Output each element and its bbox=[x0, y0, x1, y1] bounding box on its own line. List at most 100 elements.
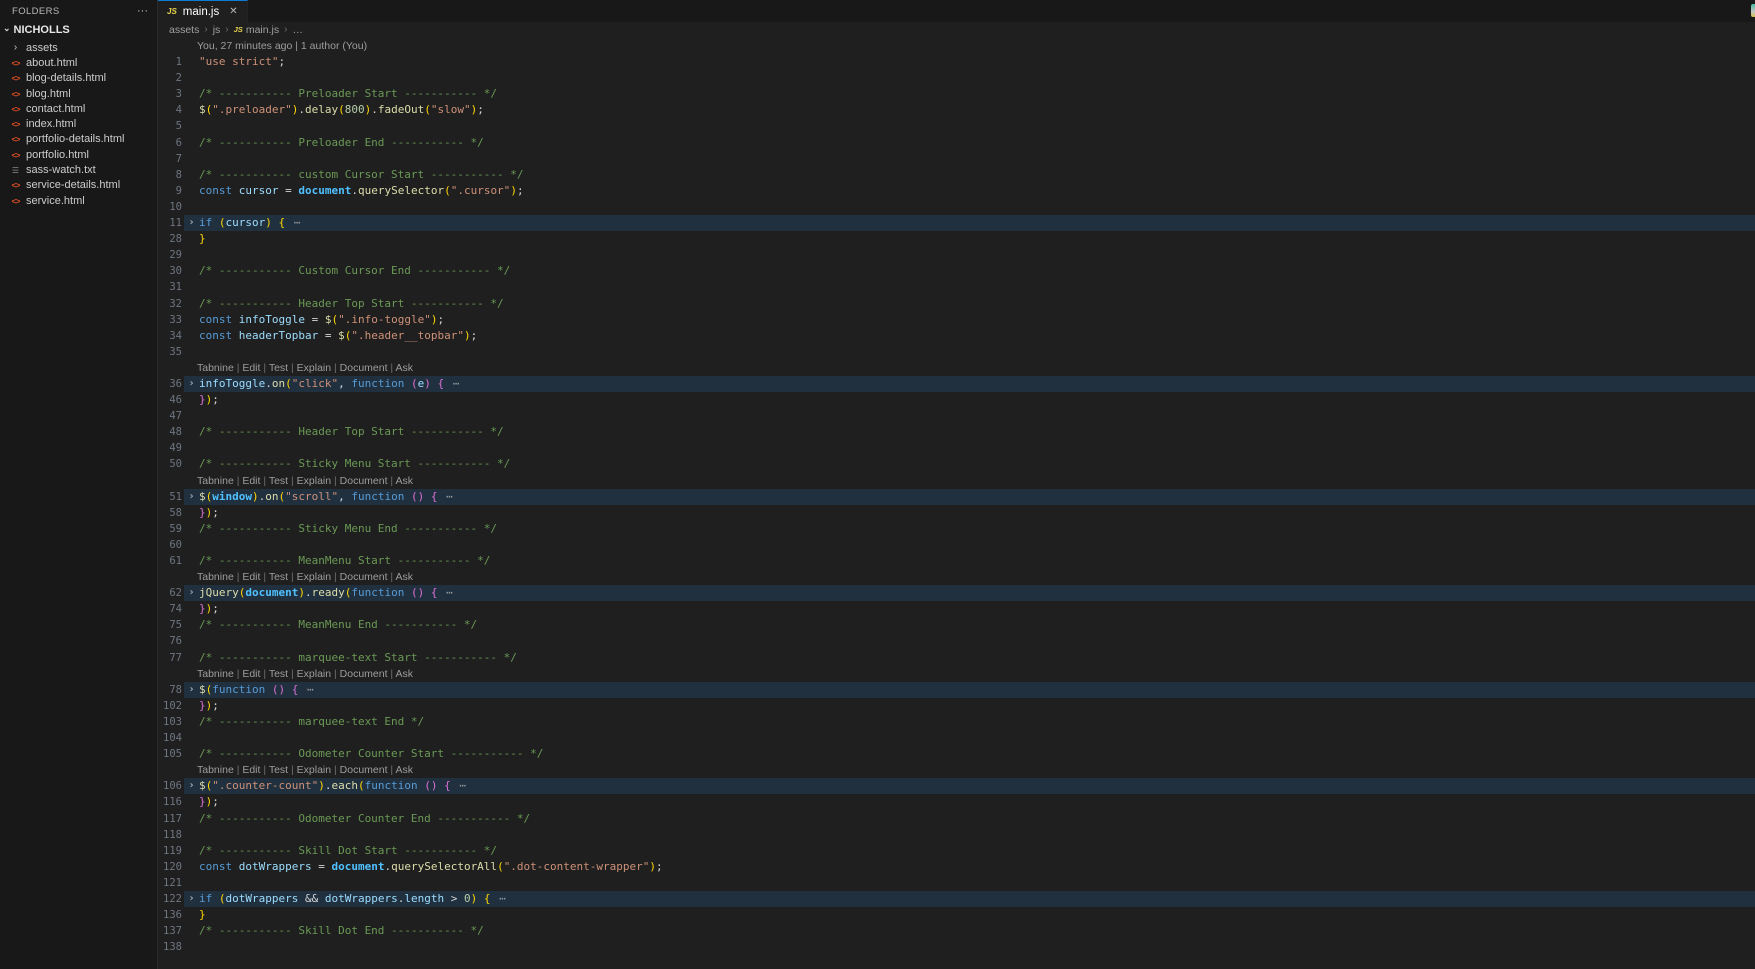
fold-ellipsis[interactable]: ⋯ bbox=[437, 490, 454, 503]
line-content[interactable] bbox=[199, 199, 1755, 215]
line-content[interactable]: /* ----------- Odometer Counter End ----… bbox=[199, 811, 1755, 827]
line-content[interactable]: } bbox=[199, 231, 1755, 247]
line-content[interactable]: /* ----------- MeanMenu End ----------- … bbox=[199, 617, 1755, 633]
breadcrumb-item-js[interactable]: js bbox=[213, 24, 221, 36]
line-content[interactable]: const cursor = document.querySelector(".… bbox=[199, 183, 1755, 199]
codelens-link-tabnine[interactable]: Tabnine bbox=[197, 571, 234, 583]
fold-chevron-icon[interactable]: › bbox=[184, 891, 199, 907]
fold-ellipsis[interactable]: ⋯ bbox=[451, 779, 468, 792]
line-content[interactable]: const headerTopbar = $(".header__topbar"… bbox=[199, 328, 1755, 344]
line-content[interactable]: /* ----------- MeanMenu Start ----------… bbox=[199, 553, 1755, 569]
line-content[interactable]: /* ----------- Preloader End -----------… bbox=[199, 135, 1755, 151]
editor-actions-partial-icon[interactable] bbox=[1751, 4, 1755, 17]
fold-ellipsis[interactable]: ⋯ bbox=[444, 377, 461, 390]
line-content[interactable]: /* ----------- Custom Cursor End -------… bbox=[199, 263, 1755, 279]
line-content[interactable]: }); bbox=[199, 392, 1755, 408]
fold-chevron-icon[interactable]: › bbox=[184, 585, 199, 601]
codelens-link-document[interactable]: Document bbox=[340, 764, 388, 776]
sidebar-item-blog-html[interactable]: <> blog.html bbox=[0, 86, 157, 101]
codelens-link-test[interactable]: Test bbox=[269, 764, 288, 776]
codelens-link-explain[interactable]: Explain bbox=[297, 475, 331, 487]
line-content[interactable]: }); bbox=[199, 505, 1755, 521]
code-area[interactable]: You, 27 minutes ago | 1 author (You) 1 "us… bbox=[158, 38, 1755, 969]
line-content[interactable] bbox=[199, 875, 1755, 891]
tab-main-js[interactable]: JS main.js ✕ bbox=[158, 0, 248, 22]
line-content[interactable] bbox=[199, 827, 1755, 843]
line-content[interactable]: /* ----------- Header Top Start --------… bbox=[199, 296, 1755, 312]
line-content[interactable] bbox=[199, 633, 1755, 649]
codelens-link-ask[interactable]: Ask bbox=[396, 668, 414, 680]
codelens-link-edit[interactable]: Edit bbox=[242, 571, 260, 583]
fold-ellipsis[interactable]: ⋯ bbox=[298, 683, 315, 696]
line-content[interactable]: if (cursor) { ⋯ bbox=[199, 215, 1755, 231]
line-content[interactable] bbox=[199, 537, 1755, 553]
line-content[interactable] bbox=[199, 70, 1755, 86]
line-content[interactable]: } bbox=[199, 907, 1755, 923]
close-icon[interactable]: ✕ bbox=[229, 6, 237, 17]
fold-chevron-icon[interactable]: › bbox=[184, 215, 199, 231]
line-content[interactable]: $(".preloader").delay(800).fadeOut("slow… bbox=[199, 102, 1755, 118]
breadcrumb-item-assets[interactable]: assets bbox=[169, 24, 199, 36]
codelens-link-tabnine[interactable]: Tabnine bbox=[197, 362, 234, 374]
fold-ellipsis[interactable]: ⋯ bbox=[437, 586, 454, 599]
codelens-link-edit[interactable]: Edit bbox=[242, 362, 260, 374]
breadcrumb-item-[interactable]: … bbox=[292, 24, 303, 36]
sidebar-item-portfolio-html[interactable]: <> portfolio.html bbox=[0, 147, 157, 162]
codelens-link-edit[interactable]: Edit bbox=[242, 475, 260, 487]
codelens-link-document[interactable]: Document bbox=[340, 475, 388, 487]
codelens-link-document[interactable]: Document bbox=[340, 571, 388, 583]
line-content[interactable] bbox=[199, 939, 1755, 955]
line-content[interactable]: $(".counter-count").each(function () { ⋯ bbox=[199, 778, 1755, 794]
line-content[interactable]: }); bbox=[199, 794, 1755, 810]
line-content[interactable]: $(window).on("scroll", function () { ⋯ bbox=[199, 489, 1755, 505]
more-actions-icon[interactable]: ··· bbox=[137, 6, 148, 17]
sidebar-item-about-html[interactable]: <> about.html bbox=[0, 55, 157, 70]
codelens-link-document[interactable]: Document bbox=[340, 668, 388, 680]
sidebar-item-blog-details-html[interactable]: <> blog-details.html bbox=[0, 71, 157, 86]
line-content[interactable]: /* ----------- Skill Dot Start ---------… bbox=[199, 843, 1755, 859]
fold-ellipsis[interactable]: ⋯ bbox=[285, 216, 302, 229]
line-content[interactable] bbox=[199, 151, 1755, 167]
line-content[interactable] bbox=[199, 247, 1755, 263]
codelens-link-tabnine[interactable]: Tabnine bbox=[197, 668, 234, 680]
codelens-link-test[interactable]: Test bbox=[269, 475, 288, 487]
line-content[interactable]: /* ----------- Sticky Menu Start -------… bbox=[199, 456, 1755, 472]
codelens-link-explain[interactable]: Explain bbox=[297, 362, 331, 374]
blame-annotation[interactable]: You, 27 minutes ago | 1 author (You) bbox=[158, 38, 1755, 54]
codelens-link-edit[interactable]: Edit bbox=[242, 668, 260, 680]
workspace-root[interactable]: ⌄ NICHOLLS bbox=[0, 22, 157, 37]
line-content[interactable]: }); bbox=[199, 698, 1755, 714]
line-content[interactable] bbox=[199, 344, 1755, 360]
sidebar-item-portfolio-details-html[interactable]: <> portfolio-details.html bbox=[0, 132, 157, 147]
line-content[interactable]: "use strict"; bbox=[199, 54, 1755, 70]
codelens-link-explain[interactable]: Explain bbox=[297, 571, 331, 583]
codelens-link-test[interactable]: Test bbox=[269, 668, 288, 680]
fold-chevron-icon[interactable]: › bbox=[184, 376, 199, 392]
codelens-link-test[interactable]: Test bbox=[269, 362, 288, 374]
line-content[interactable]: $(function () { ⋯ bbox=[199, 682, 1755, 698]
fold-chevron-icon[interactable]: › bbox=[184, 778, 199, 794]
line-content[interactable]: }); bbox=[199, 601, 1755, 617]
breadcrumb-item-mainjs[interactable]: JS main.js bbox=[234, 24, 279, 36]
codelens-link-document[interactable]: Document bbox=[340, 362, 388, 374]
line-content[interactable] bbox=[199, 730, 1755, 746]
line-content[interactable] bbox=[199, 440, 1755, 456]
line-content[interactable]: const dotWrappers = document.querySelect… bbox=[199, 859, 1755, 875]
line-content[interactable]: /* ----------- Sticky Menu End ---------… bbox=[199, 521, 1755, 537]
line-content[interactable]: /* ----------- custom Cursor Start -----… bbox=[199, 167, 1755, 183]
line-content[interactable]: infoToggle.on("click", function (e) { ⋯ bbox=[199, 376, 1755, 392]
sidebar-item-service-html[interactable]: <> service.html bbox=[0, 193, 157, 208]
codelens-link-ask[interactable]: Ask bbox=[396, 475, 414, 487]
line-content[interactable] bbox=[199, 408, 1755, 424]
codelens-link-ask[interactable]: Ask bbox=[396, 571, 414, 583]
fold-chevron-icon[interactable]: › bbox=[184, 489, 199, 505]
line-content[interactable] bbox=[199, 279, 1755, 295]
sidebar-item-index-html[interactable]: <> index.html bbox=[0, 116, 157, 131]
codelens-link-ask[interactable]: Ask bbox=[396, 362, 414, 374]
sidebar-item-assets[interactable]: › assets bbox=[0, 40, 157, 55]
codelens-link-tabnine[interactable]: Tabnine bbox=[197, 475, 234, 487]
codelens-link-test[interactable]: Test bbox=[269, 571, 288, 583]
line-content[interactable]: /* ----------- marquee-text Start ------… bbox=[199, 650, 1755, 666]
line-content[interactable]: /* ----------- marquee-text End */ bbox=[199, 714, 1755, 730]
sidebar-item-contact-html[interactable]: <> contact.html bbox=[0, 101, 157, 116]
